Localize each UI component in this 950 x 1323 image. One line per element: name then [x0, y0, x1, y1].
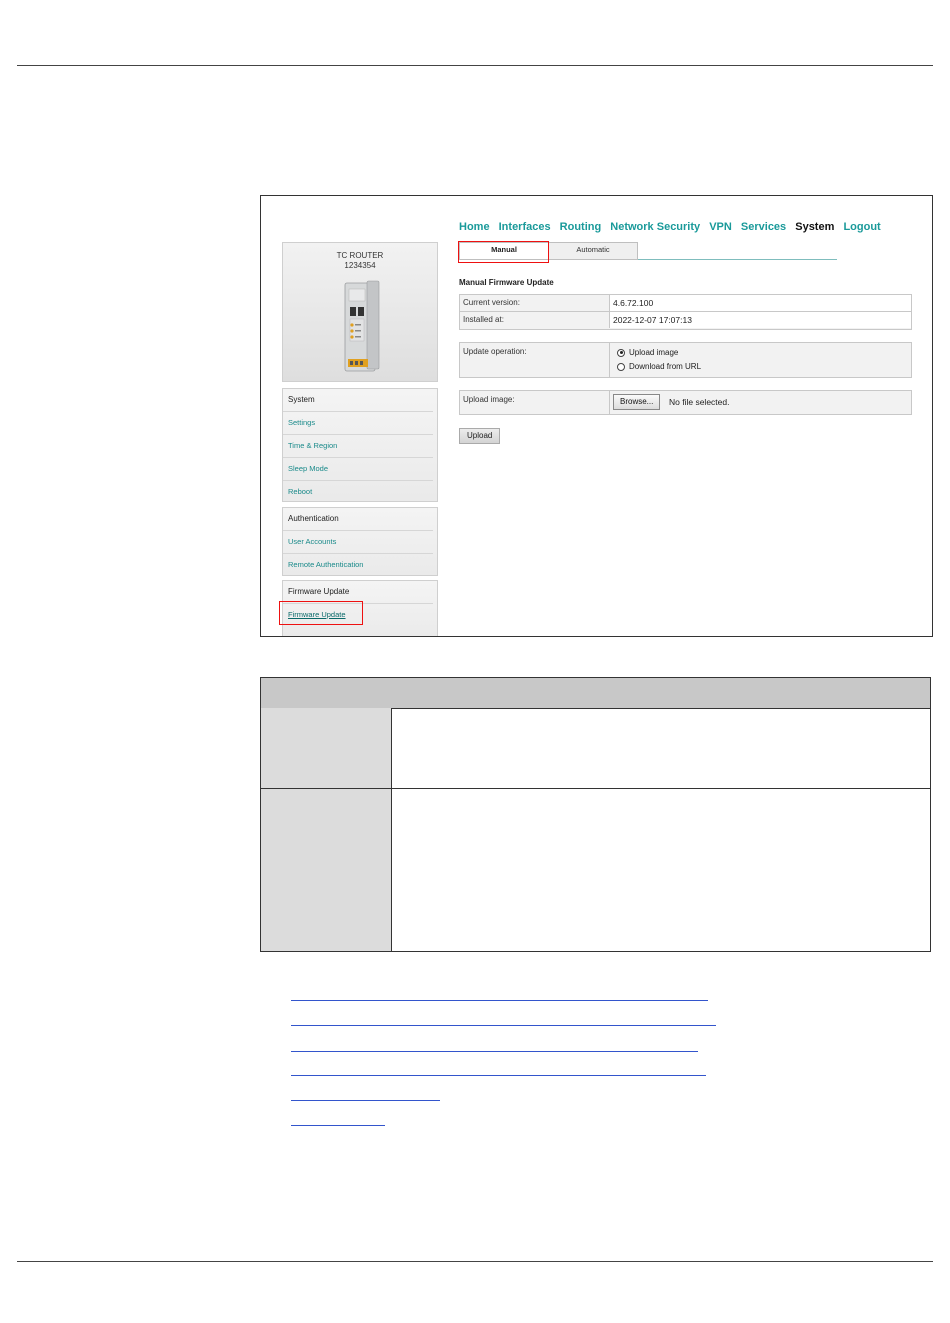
- nav-vpn[interactable]: VPN: [709, 221, 732, 233]
- nav-system[interactable]: System: [795, 221, 834, 233]
- device-name: TC ROUTER: [336, 251, 384, 260]
- sidebar-system-group: System Settings Time & Region Sleep Mode…: [282, 388, 438, 502]
- table-row: [261, 708, 930, 789]
- browse-button[interactable]: Browse...: [613, 394, 661, 410]
- link-4[interactable]: [291, 1075, 706, 1076]
- radio-option-upload: Upload image: [617, 348, 678, 357]
- device-serial: 1234354: [344, 261, 376, 270]
- bottom-rule: [17, 1261, 933, 1262]
- table-key-cell: [261, 708, 392, 788]
- link-6[interactable]: [291, 1125, 385, 1126]
- radio-download-url-label[interactable]: Download from URL: [629, 362, 701, 371]
- current-version-cell: 4.6.72.100: [609, 295, 911, 311]
- installed-at-value: 2022-12-07 17:07:13: [613, 315, 692, 325]
- nav-routing[interactable]: Routing: [560, 221, 602, 233]
- update-operation-table: Update operation: Upload image Download …: [459, 342, 912, 378]
- sidebar-item-time-region[interactable]: Time & Region: [283, 435, 433, 458]
- update-operation-label: Update operation:: [463, 347, 527, 356]
- highlight-firmware-update: [279, 601, 363, 625]
- current-version-value: 4.6.72.100: [613, 298, 654, 308]
- router-device-image: [344, 280, 380, 372]
- nav-services[interactable]: Services: [741, 221, 786, 233]
- link-2[interactable]: [291, 1025, 716, 1026]
- table-row: [261, 789, 930, 951]
- file-status: No file selected.: [669, 397, 730, 407]
- link-3[interactable]: [291, 1051, 698, 1052]
- sidebar-item-user-accounts[interactable]: User Accounts: [283, 531, 433, 554]
- sidebar-item-remote-authentication[interactable]: Remote Authentication: [283, 554, 433, 576]
- table-row: Installed at: 2022-12-07 17:07:13: [460, 311, 911, 328]
- nav-logout[interactable]: Logout: [843, 221, 880, 233]
- installed-at-cell: 2022-12-07 17:07:13: [609, 312, 911, 328]
- sidebar-item-sleep-mode[interactable]: Sleep Mode: [283, 458, 433, 481]
- nav-network-security[interactable]: Network Security: [610, 221, 700, 233]
- nav-interfaces[interactable]: Interfaces: [499, 221, 551, 233]
- sidebar-item-reboot[interactable]: Reboot: [283, 481, 433, 503]
- radio-upload-image[interactable]: [617, 348, 625, 357]
- version-table: Current version: 4.6.72.100 Installed at…: [459, 294, 912, 330]
- table-row: Current version: 4.6.72.100: [460, 295, 911, 311]
- sidebar-heading-system: System: [283, 389, 433, 412]
- radio-option-url: Download from URL: [617, 362, 701, 371]
- top-nav: Home Interfaces Routing Network Security…: [459, 221, 887, 233]
- description-table-header: [261, 678, 930, 709]
- sidebar-auth-group: Authentication User Accounts Remote Auth…: [282, 507, 438, 576]
- upload-button[interactable]: Upload: [459, 428, 501, 444]
- nav-home[interactable]: Home: [459, 221, 490, 233]
- upload-image-table: Upload image: Browse... No file selected…: [459, 390, 912, 415]
- sidebar-item-settings[interactable]: Settings: [283, 412, 433, 435]
- description-table: [260, 677, 931, 952]
- device-panel: TC ROUTER 1234354: [282, 242, 438, 382]
- installed-at-label: Installed at:: [463, 315, 504, 324]
- upload-image-field: Browse... No file selected.: [609, 391, 911, 414]
- highlight-manual-tab: [458, 241, 549, 263]
- current-version-label: Current version:: [463, 298, 520, 307]
- sidebar-heading-authentication: Authentication: [283, 508, 433, 531]
- screenshot-frame: TC ROUTER 1234354 System Settings Time &…: [260, 195, 933, 637]
- link-5[interactable]: [291, 1100, 440, 1101]
- upload-image-label: Upload image:: [463, 395, 515, 404]
- table-key-cell: [261, 789, 392, 951]
- page-title: Manual Firmware Update: [459, 278, 554, 287]
- update-operation-options: Upload image Download from URL: [609, 343, 911, 377]
- radio-upload-image-label[interactable]: Upload image: [629, 348, 678, 357]
- link-1[interactable]: [291, 1000, 708, 1001]
- top-rule: [17, 65, 933, 66]
- tab-automatic[interactable]: Automatic: [548, 242, 638, 260]
- radio-download-url[interactable]: [617, 362, 625, 371]
